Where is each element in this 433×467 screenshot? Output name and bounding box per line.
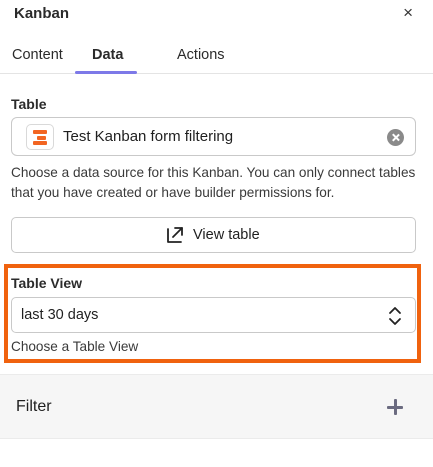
table-view-label: Table View <box>11 275 83 291</box>
table-view-help-text: Choose a Table View <box>11 339 139 354</box>
table-select[interactable]: Test Kanban form filtering <box>11 117 416 156</box>
table-view-value: last 30 days <box>21 307 99 323</box>
filter-label: Filter <box>16 398 52 415</box>
table-section-label: Table <box>11 96 47 112</box>
tab-bar: Content Data Actions <box>0 44 433 74</box>
clear-icon[interactable] <box>387 129 404 146</box>
plus-icon[interactable] <box>387 399 403 415</box>
table-help-text: Choose a data source for this Kanban. Yo… <box>11 165 416 200</box>
view-table-label: View table <box>193 227 260 243</box>
table-view-select[interactable]: last 30 days <box>11 297 416 333</box>
table-app-icon <box>26 124 54 150</box>
panel-title: Kanban <box>14 5 70 22</box>
tab-content[interactable]: Content <box>12 47 63 63</box>
view-table-button[interactable]: View table <box>11 217 416 253</box>
close-icon[interactable]: × <box>403 4 413 22</box>
tab-data[interactable]: Data <box>92 47 123 63</box>
panel-header: Kanban × <box>0 0 433 30</box>
selected-table-name: Test Kanban form filtering <box>63 128 234 145</box>
tab-actions[interactable]: Actions <box>177 47 225 63</box>
chevron-up-down-icon <box>389 307 401 325</box>
filter-section[interactable]: Filter <box>0 374 433 439</box>
external-link-icon <box>167 227 183 243</box>
active-tab-indicator <box>75 71 137 74</box>
